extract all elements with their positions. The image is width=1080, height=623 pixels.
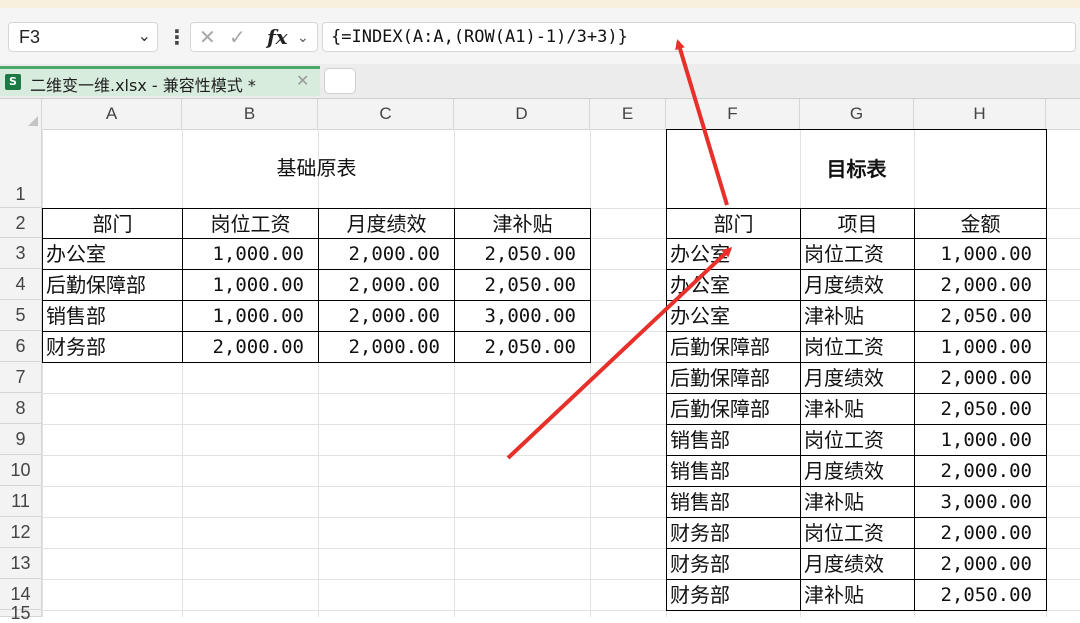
annotation-arrows bbox=[506, 39, 733, 460]
annotation-arrow-to-cell bbox=[506, 246, 733, 460]
annotation-arrow-to-formula bbox=[675, 39, 729, 206]
